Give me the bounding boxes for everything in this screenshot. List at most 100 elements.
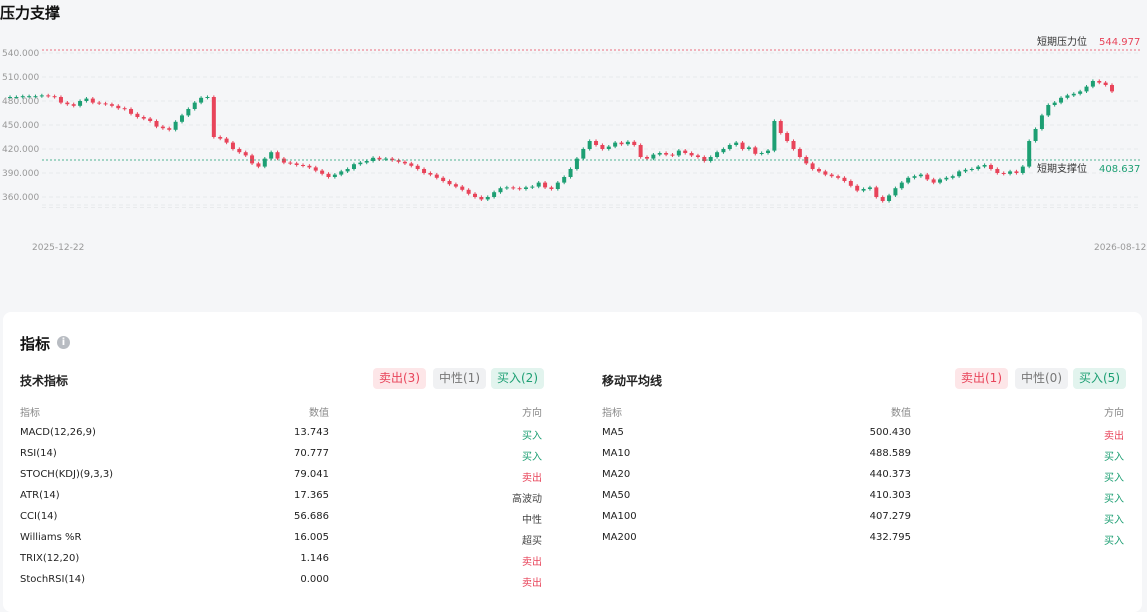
candle-body — [982, 165, 987, 167]
candle — [256, 161, 261, 169]
candlestick-chart[interactable]: 540.000 510.000 480.000 450.000 420.000 390.0… — [0, 0, 1147, 300]
candle — [52, 94, 57, 99]
candle — [1090, 79, 1095, 89]
candle — [409, 161, 414, 168]
candle-body — [492, 192, 497, 197]
candle — [1084, 85, 1089, 93]
candle — [880, 195, 885, 203]
candle-body — [33, 96, 38, 98]
candle — [1039, 113, 1044, 131]
candle-body — [746, 147, 751, 149]
candle — [288, 161, 293, 165]
candle-body — [1008, 171, 1013, 174]
y-tick-label: 540.000 — [2, 49, 39, 59]
candle — [1097, 79, 1102, 85]
candle-body — [887, 195, 892, 201]
technical-neutral-badge[interactable]: 中性(1) — [433, 368, 486, 389]
candle-body — [925, 174, 930, 180]
candle — [103, 101, 108, 106]
candle-body — [351, 164, 356, 169]
candle — [1033, 127, 1038, 143]
indicator-value: 500.430 — [869, 427, 911, 438]
candle-body — [460, 186, 465, 190]
candle-body — [555, 182, 560, 189]
candle — [1071, 92, 1076, 97]
candle-body — [65, 102, 70, 105]
candle-body — [969, 169, 974, 170]
candle — [46, 93, 51, 98]
candle — [976, 165, 981, 171]
candle — [581, 147, 586, 161]
candle — [511, 185, 516, 190]
candle-body — [721, 149, 726, 153]
candle-body — [109, 104, 114, 106]
candle-body — [772, 121, 777, 151]
candle — [689, 151, 694, 157]
candle-body — [1039, 115, 1044, 129]
technical-buy-badge[interactable]: 买入(2) — [491, 368, 544, 389]
candle-body — [1001, 173, 1006, 174]
candle — [250, 153, 255, 165]
candle-body — [963, 169, 968, 172]
candle-body — [173, 121, 178, 130]
candle-body — [944, 177, 949, 180]
candle-body — [345, 169, 350, 172]
candle — [447, 179, 452, 186]
candle-body — [848, 181, 853, 186]
support-value: 408.637 — [1099, 164, 1140, 175]
candle-body — [625, 141, 630, 145]
candle-body — [523, 187, 528, 189]
x-end-label: 2026-08-12 — [1094, 243, 1146, 253]
candle — [186, 107, 191, 117]
candle — [632, 140, 637, 147]
candle-body — [695, 155, 700, 157]
candle-body — [154, 121, 159, 127]
candle-body — [906, 177, 911, 183]
candle — [199, 96, 204, 105]
ma-sell-badge[interactable]: 卖出(1) — [955, 368, 1008, 389]
candle — [855, 184, 860, 193]
candle — [753, 145, 758, 156]
candle — [600, 143, 605, 151]
resistance-value: 544.977 — [1099, 37, 1140, 48]
y-tick-label: 390.000 — [2, 169, 39, 179]
candle — [676, 149, 681, 157]
candle-body — [122, 108, 127, 110]
candle-body — [1071, 93, 1076, 96]
candle-body — [988, 165, 993, 169]
candle — [434, 173, 439, 180]
candle-body — [473, 193, 478, 197]
ma-header-name: 指标 — [602, 408, 622, 419]
candles — [8, 79, 1114, 203]
candle — [243, 150, 248, 157]
candle — [867, 185, 872, 191]
candle — [683, 149, 688, 155]
candle — [135, 112, 140, 119]
candle-body — [307, 165, 312, 168]
candle-body — [976, 166, 981, 169]
ma-buy-badge[interactable]: 买入(5) — [1073, 368, 1126, 389]
candle — [1001, 171, 1006, 176]
support-label: 短期支撑位 — [1037, 162, 1087, 175]
candle-body — [791, 141, 796, 149]
candle — [969, 167, 974, 172]
indicator-value: 488.589 — [869, 448, 911, 459]
info-icon[interactable]: i — [57, 336, 70, 349]
candle-body — [899, 182, 904, 189]
candle — [1014, 169, 1019, 175]
ma-neutral-badge[interactable]: 中性(0) — [1015, 368, 1068, 389]
technical-sell-badge[interactable]: 卖出(3) — [373, 368, 426, 389]
candle — [625, 140, 630, 146]
candle-body — [371, 157, 376, 161]
candle — [906, 176, 911, 185]
candle — [1103, 81, 1108, 87]
candle-body — [543, 182, 548, 188]
candle — [154, 119, 159, 129]
candle-body — [415, 165, 420, 169]
candle — [982, 163, 987, 169]
candle — [122, 106, 127, 111]
candle — [224, 137, 229, 145]
candle — [925, 173, 930, 181]
candle-body — [1097, 81, 1102, 83]
candle-body — [651, 154, 656, 159]
